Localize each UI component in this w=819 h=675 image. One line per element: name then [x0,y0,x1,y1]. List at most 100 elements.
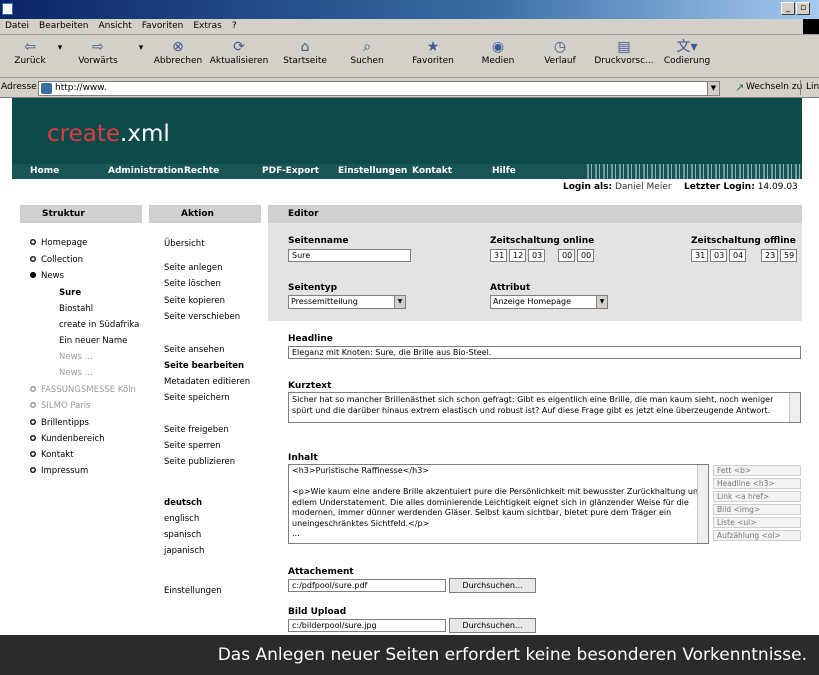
media-button[interactable]: ◉ Medien [476,38,520,66]
tree-item[interactable]: Homepage [30,238,87,248]
node-icon[interactable] [30,255,36,262]
encoding-button[interactable]: 文▾ Codierung [662,38,712,66]
inhalt-textarea[interactable]: <h3>Puristische Raffinesse</h3> <p>Wie ka… [288,464,709,544]
format-button[interactable]: Liste <ul> [713,517,801,528]
tree-item[interactable]: Biostahl [59,304,93,314]
tree-item[interactable]: create in Südafrika [59,320,139,330]
attachement-input[interactable]: c:/pdfpool/sure.pdf [288,579,446,592]
links-button[interactable]: Lin [806,82,819,92]
action-seite-loeschen[interactable]: Seite löschen [164,279,221,289]
nav-einstellungen[interactable]: Einstellungen [338,166,407,176]
offline-minute-input[interactable]: 59 [780,249,797,262]
favorites-button[interactable]: ★ Favoriten [408,38,458,66]
attribut-select[interactable]: Anzeige Homepage ▼ [490,295,608,309]
menu-extras[interactable]: Extras [188,19,226,31]
online-year-input[interactable]: 03 [528,249,545,262]
node-icon[interactable] [30,401,36,408]
tree-item[interactable]: Impressum [30,466,88,476]
online-day-input[interactable]: 31 [490,249,507,262]
back-button[interactable]: ⇦ Zurück [10,38,50,66]
nav-rechte[interactable]: Rechte [184,166,219,176]
print-preview-button[interactable]: ▤ Druckvorsc... [592,38,656,66]
offline-hour-input[interactable]: 23 [761,249,778,262]
forward-dropdown[interactable]: ▾ [135,43,147,53]
language-japanisch[interactable]: japanisch [164,546,204,556]
offline-month-input[interactable]: 03 [710,249,727,262]
online-month-input[interactable]: 12 [509,249,526,262]
menu-bearbeiten[interactable]: Bearbeiten [34,19,93,31]
action-seite-verschieben[interactable]: Seite verschieben [164,312,240,322]
node-icon[interactable] [30,450,36,457]
seitentyp-select[interactable]: Pressemitteilung ▼ [288,295,406,309]
maximize-button[interactable]: ▫ [796,2,810,15]
nav-pdf-export[interactable]: PDF-Export [262,166,319,176]
kurztext-scrollbar[interactable] [789,393,800,422]
seitenname-input[interactable]: Sure [288,249,411,262]
action-seite-bearbeiten[interactable]: Seite bearbeiten [164,361,244,371]
menu-help[interactable]: ? [227,19,242,31]
back-dropdown[interactable]: ▾ [54,43,66,53]
tree-item[interactable]: Sure [59,288,81,298]
address-dropdown-icon[interactable]: ▼ [707,82,719,95]
nav-hilfe[interactable]: Hilfe [492,166,516,176]
action-einstellungen[interactable]: Einstellungen [164,586,222,596]
node-icon[interactable] [30,434,36,441]
inhalt-scrollbar[interactable] [697,465,708,543]
online-hour-input[interactable]: 00 [558,249,575,262]
menu-datei[interactable]: Datei [0,19,34,31]
node-icon[interactable] [30,385,36,392]
action-seite-sperren[interactable]: Seite sperren [164,441,221,451]
action-uebersicht[interactable]: Übersicht [164,239,205,249]
menu-favoriten[interactable]: Favoriten [137,19,189,31]
format-button[interactable]: Fett <b> [713,465,801,476]
refresh-button[interactable]: ⟳ Aktualisieren [206,38,272,66]
tree-item[interactable]: Collection [30,255,83,265]
tree-item[interactable]: Kundenbereich [30,434,105,444]
online-minute-input[interactable]: 00 [577,249,594,262]
node-icon[interactable] [30,466,36,473]
go-button[interactable]: Wechseln zu [746,82,802,92]
offline-day-input[interactable]: 31 [691,249,708,262]
nav-home[interactable]: Home [30,166,59,176]
format-button[interactable]: Bild <img> [713,504,801,515]
stop-button[interactable]: ⊗ Abbrechen [150,38,206,66]
tree-item[interactable]: Ein neuer Name [59,336,127,346]
action-seite-kopieren[interactable]: Seite kopieren [164,296,225,306]
forward-button[interactable]: ⇨ Vorwärts [70,38,126,66]
action-seite-anlegen[interactable]: Seite anlegen [164,263,222,273]
action-seite-publizieren[interactable]: Seite publizieren [164,457,235,467]
headline-input[interactable]: Eleganz mit Knoten: Sure, die Brille aus… [288,346,801,359]
tree-item[interactable]: News [30,271,64,281]
bild-upload-input[interactable]: c:/bilderpool/sure.jpg [288,619,446,632]
tree-item[interactable]: SILMO Paris [30,401,91,411]
nav-kontakt[interactable]: Kontakt [412,166,452,176]
format-button[interactable]: Aufzählung <ol> [713,530,801,541]
tree-item[interactable]: News ... [59,352,93,362]
attachement-browse-button[interactable]: Durchsuchen... [449,578,536,593]
home-button[interactable]: ⌂ Startseite [280,38,330,66]
offline-year-input[interactable]: 04 [729,249,746,262]
action-seite-speichern[interactable]: Seite speichern [164,393,230,403]
history-button[interactable]: ◷ Verlauf [538,38,582,66]
language-deutsch[interactable]: deutsch [164,498,202,508]
menu-ansicht[interactable]: Ansicht [93,19,136,31]
action-metadaten-editieren[interactable]: Metadaten editieren [164,377,250,387]
tree-item[interactable]: Kontakt [30,450,74,460]
search-button[interactable]: ⌕ Suchen [345,38,389,66]
address-input[interactable]: http://www. ▼ [38,81,720,96]
node-icon[interactable] [30,238,36,245]
language-spanisch[interactable]: spanisch [164,530,201,540]
language-englisch[interactable]: englisch [164,514,199,524]
minimize-button[interactable]: _ [781,2,795,15]
action-seite-freigeben[interactable]: Seite freigeben [164,425,229,435]
nav-administration[interactable]: Administration [108,166,184,176]
bild-browse-button[interactable]: Durchsuchen... [449,618,536,633]
format-button[interactable]: Link <a href> [713,491,801,502]
tree-item[interactable]: FASSUNGSMESSE Köln [30,385,136,395]
expanded-node-icon[interactable] [30,271,36,278]
action-seite-ansehen[interactable]: Seite ansehen [164,345,225,355]
node-icon[interactable] [30,418,36,425]
kurztext-textarea[interactable]: Sicher hat so mancher Brillenästhet sich… [288,392,801,423]
tree-item[interactable]: News ... [59,368,93,378]
tree-item[interactable]: Brillentipps [30,418,89,428]
